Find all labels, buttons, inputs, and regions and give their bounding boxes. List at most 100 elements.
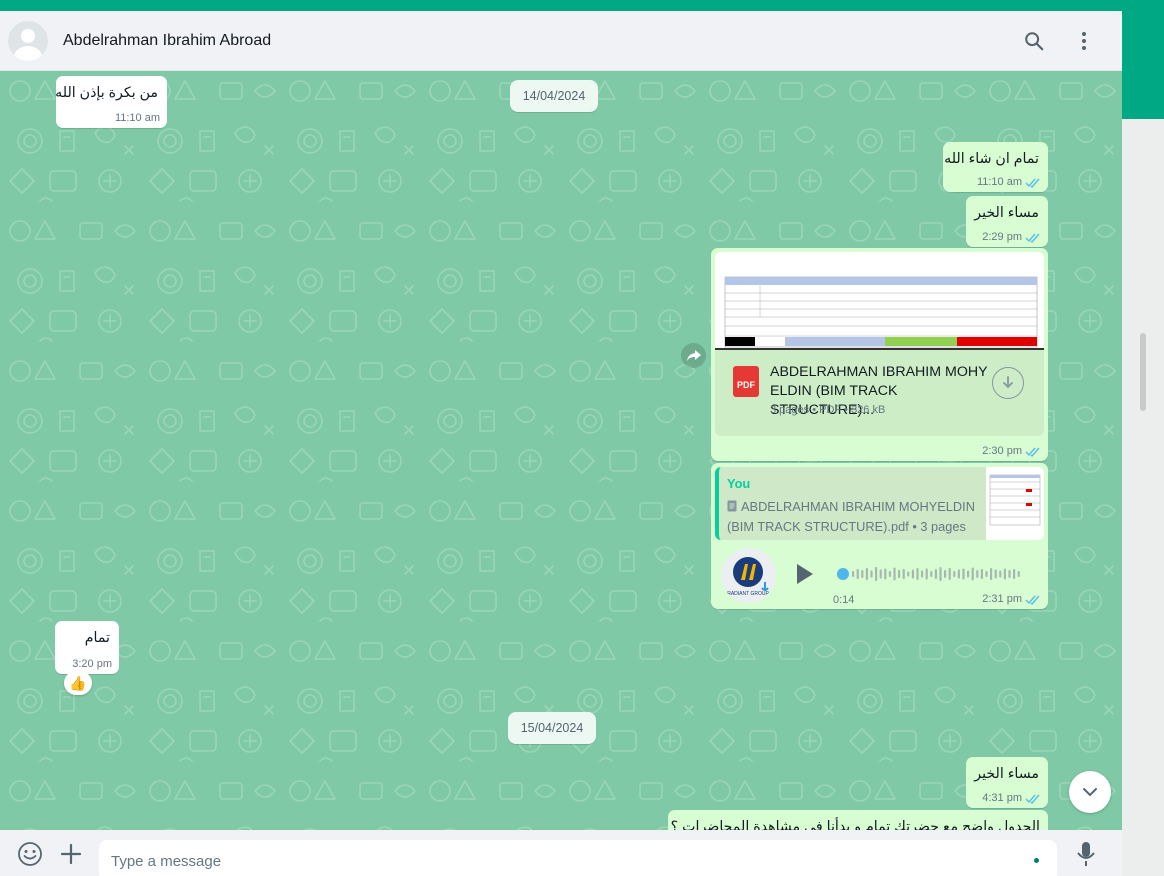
emoji-icon[interactable]	[17, 841, 43, 867]
waveform-bar	[1003, 568, 1006, 580]
outgoing-message[interactable]: تمام ان شاء الله 11:10 am	[943, 142, 1048, 192]
message-text: من بكرة بإذن الله	[55, 85, 158, 101]
double-check-icon	[1025, 178, 1040, 188]
waveform-bar	[856, 569, 859, 579]
voice-duration: 0:14	[833, 594, 855, 606]
waveform-bar	[879, 569, 882, 579]
waveform-bar	[999, 570, 1002, 578]
waveform-bar	[980, 569, 983, 579]
date-separator: 14/04/2024	[510, 80, 598, 112]
waveform-bar	[921, 570, 924, 578]
message-text: الجدول واضح مع حضرتك تمام و بدأنا في مشا…	[670, 819, 1040, 830]
contact-avatar[interactable]	[8, 20, 48, 61]
message-input[interactable]	[99, 840, 1057, 876]
document-icon	[727, 500, 737, 512]
brand-text: RADIANT GROUP	[727, 591, 769, 597]
incoming-message[interactable]: تمام 3:20 pm	[55, 621, 119, 674]
waveform-bar	[865, 568, 868, 580]
waveform-bar	[884, 568, 887, 580]
message-time: 11:10 am	[976, 176, 1022, 188]
chat-messages-area[interactable]: 14/04/2024 15/04/2024 من بكرة بإذن الله …	[0, 71, 1122, 830]
waveform-bar	[939, 567, 942, 581]
forward-icon[interactable]	[681, 343, 706, 368]
download-button[interactable]	[992, 367, 1024, 399]
waveform-bar	[852, 571, 855, 577]
message-time: 4:31 pm	[982, 792, 1022, 804]
message-time: 2:31 pm	[982, 593, 1022, 605]
chevron-down-icon	[1083, 788, 1097, 797]
double-check-icon	[1025, 233, 1040, 243]
waveform-bar	[990, 568, 993, 580]
waveform-bar	[985, 571, 988, 577]
message-time: 2:29 pm	[982, 231, 1022, 243]
message-composer	[0, 830, 1122, 876]
outgoing-message[interactable]: الجدول واضح مع حضرتك تمام و بدأنا في مشا…	[668, 810, 1048, 830]
message-text: تمام ان شاء الله	[944, 151, 1039, 167]
outgoing-message[interactable]: مساء الخير 4:31 pm	[966, 757, 1048, 808]
quote-text: ABDELRAHMAN IBRAHIM MOHYELDIN (BIM TRACK…	[727, 497, 977, 537]
outgoing-message[interactable]: مساء الخير 2:29 pm	[966, 196, 1048, 247]
waveform-bar	[944, 570, 947, 578]
waveform-bar	[911, 569, 914, 579]
message-text: مساء الخير	[974, 205, 1039, 221]
waveform-bar	[967, 570, 970, 578]
waveform-bar	[1013, 569, 1016, 579]
message-time: 2:30 pm	[982, 445, 1022, 457]
waveform-bar	[898, 570, 901, 578]
document-message[interactable]: PDF ABDELRAHMAN IBRAHIM MOHY ELDIN (BIM …	[711, 248, 1048, 461]
waveform-bar	[953, 571, 956, 577]
microphone-icon[interactable]	[1073, 841, 1099, 867]
quote-thumbnail	[986, 467, 1044, 540]
play-icon[interactable]	[793, 563, 815, 585]
waveform-bar	[971, 567, 974, 581]
double-check-icon	[1025, 447, 1040, 457]
waveform-bar	[934, 569, 937, 579]
waveform-bar	[916, 568, 919, 580]
voice-message[interactable]: You ABDELRAHMAN IBRAHIM MOHYELDIN (BIM T…	[711, 463, 1048, 609]
quote-author: You	[727, 476, 751, 491]
waveform-bar	[861, 570, 864, 578]
document-file-meta: 3 pages • PDF • 326 kB	[770, 404, 886, 416]
attach-plus-icon[interactable]	[58, 841, 84, 867]
document-card[interactable]: PDF ABDELRAHMAN IBRAHIM MOHY ELDIN (BIM …	[715, 252, 1044, 436]
sender-avatar: RADIANT GROUP	[721, 548, 776, 603]
search-icon[interactable]	[1022, 29, 1046, 53]
message-text: تمام	[84, 630, 110, 646]
download-arrow-icon	[1003, 376, 1013, 389]
quoted-message[interactable]: You ABDELRAHMAN IBRAHIM MOHYELDIN (BIM T…	[715, 467, 1044, 540]
message-time: 11:10 am	[114, 112, 160, 124]
double-check-icon	[1025, 595, 1040, 605]
voice-waveform[interactable]	[836, 562, 1026, 586]
incoming-message[interactable]: من بكرة بإذن الله 11:10 am	[55, 76, 167, 128]
waveform-bar	[870, 570, 873, 578]
waveform-bar	[925, 568, 928, 580]
contact-name[interactable]: Abdelrahman Ibrahim Abroad	[63, 32, 271, 50]
waveform-bar	[907, 571, 910, 577]
waveform-bar	[976, 570, 979, 578]
waveform-bar	[962, 568, 965, 580]
top-accent-bar	[0, 0, 1164, 11]
waveform-bar	[888, 571, 891, 577]
input-status-dot	[1034, 858, 1039, 863]
scroll-to-bottom-button[interactable]	[1069, 771, 1111, 813]
waveform-bar	[1008, 570, 1011, 578]
message-time: 3:20 pm	[72, 658, 112, 670]
waveform-bar	[902, 569, 905, 579]
chat-header: Abdelrahman Ibrahim Abroad	[0, 11, 1122, 71]
waveform-bar	[948, 568, 951, 580]
quote-text-content: ABDELRAHMAN IBRAHIM MOHYELDIN (BIM TRACK…	[727, 499, 975, 534]
pdf-file-icon: PDF	[733, 366, 759, 397]
scrollbar-thumb[interactable]	[1140, 333, 1146, 411]
document-preview-thumbnail	[715, 252, 1044, 350]
waveform-bar	[930, 571, 933, 577]
right-side-panel	[1122, 11, 1164, 876]
waveform-bar	[893, 567, 896, 581]
waveform-bar	[875, 567, 878, 581]
date-separator: 15/04/2024	[508, 712, 596, 744]
kebab-menu-icon[interactable]	[1072, 29, 1096, 53]
reaction-badge[interactable]: 👍	[64, 671, 92, 695]
message-text: مساء الخير	[974, 766, 1039, 782]
waveform-bar	[994, 569, 997, 579]
double-check-icon	[1025, 794, 1040, 804]
waveform-bar	[957, 569, 960, 579]
